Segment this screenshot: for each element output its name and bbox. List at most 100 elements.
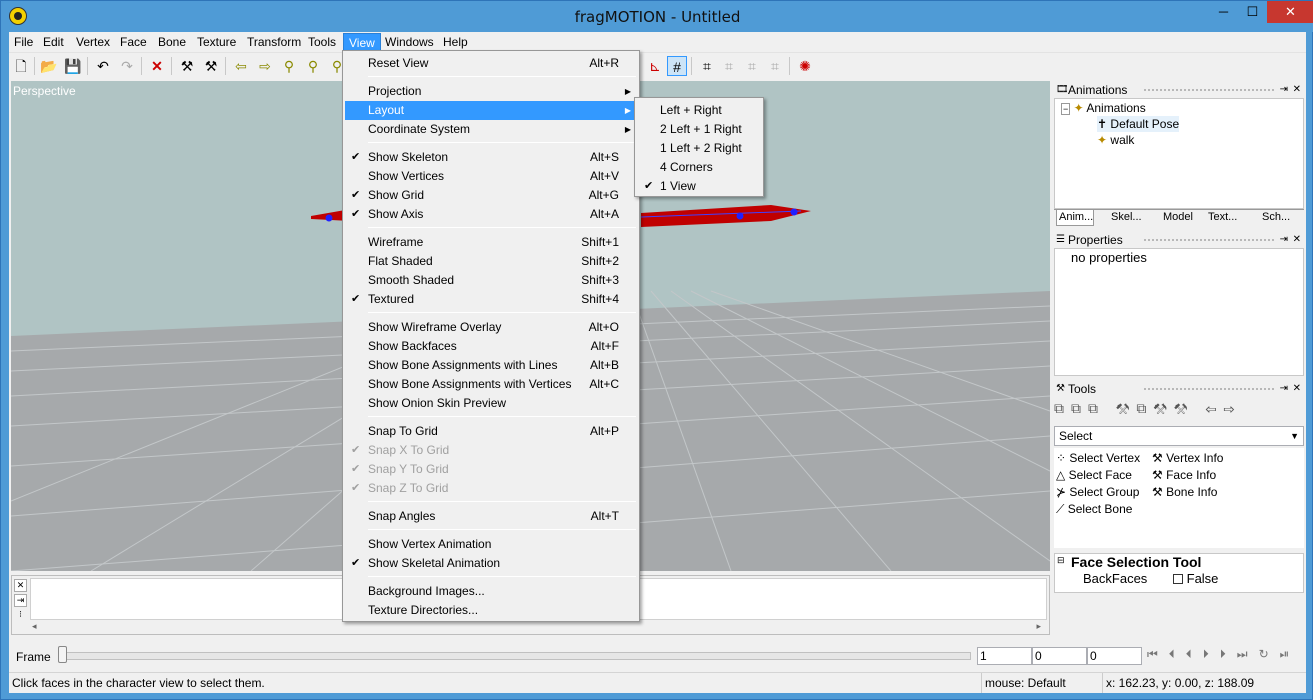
menu-item-layout[interactable]: Layout ▶ [345,101,637,120]
layout-1left-2right[interactable]: 1 Left + 2 Right [637,139,761,158]
frame-start-field[interactable]: 0 [1032,647,1087,665]
menu-item-show-axis[interactable]: ✔ Show Axis Alt+A [345,205,637,224]
pin-icon[interactable]: ⇥ [1280,82,1288,98]
minimize-button[interactable]: ─ [1209,1,1238,23]
tools-icon: ⚒ [1056,383,1065,394]
menu-item-bone-assignments-lines[interactable]: Show Bone Assignments with Lines Alt+B [345,356,637,375]
redo-icon[interactable]: ↷ [117,56,137,76]
animations-tree[interactable]: − ✦ Animations ✝ Default Pose ✦ walk [1054,98,1304,209]
menu-item-textured[interactable]: ✔ Textured Shift+4 [345,290,637,309]
menu-item-background-images[interactable]: Background Images... [345,582,637,601]
close-button[interactable]: ✕ [1267,1,1313,23]
checkmark-icon: ✔ [351,189,361,201]
menu-item-snap-angles[interactable]: Snap Angles Alt+T [345,507,637,526]
tool-mode-select[interactable]: Select ▼ [1054,426,1304,446]
undo-icon[interactable]: ↶ [93,56,113,76]
bone-delete-icon[interactable]: ⚒ [201,56,221,76]
axis-icon[interactable]: ⊾ [645,56,665,76]
menu-item-onion-skin[interactable]: Show Onion Skin Preview [345,394,637,413]
frame-end-field[interactable]: 0 [1087,647,1142,665]
tab-model[interactable]: Model [1161,210,1193,226]
tab-animations[interactable]: Anim... [1056,210,1095,226]
tool-select-group[interactable]: ⊁ Select Group [1056,484,1139,500]
delete-icon[interactable]: ✕ [147,56,167,76]
menu-item-texture-directories[interactable]: Texture Directories... [345,601,637,620]
tool-face-info[interactable]: ⚒ Face Info [1152,467,1216,483]
new-file-icon[interactable]: 🗋 [11,56,31,76]
menu-transform[interactable]: Transform [242,33,306,52]
menu-face[interactable]: Face [115,33,152,52]
menu-item-show-skeleton[interactable]: ✔ Show Skeleton Alt+S [345,148,637,167]
move-right-icon[interactable]: ⇨ [255,56,275,76]
frame-slider-thumb[interactable] [58,646,67,663]
collapse-icon[interactable]: ⊟ [1057,555,1065,566]
frame-slider[interactable] [59,652,971,660]
snap-z-icon[interactable]: ⌗ [765,56,785,76]
menu-tools[interactable]: Tools [303,33,341,52]
joint-marker[interactable] [790,208,798,216]
tree-root-animations[interactable]: − ✦ Animations [1061,100,1146,116]
menu-item-show-skeletal-animation[interactable]: ✔ Show Skeletal Animation [345,554,637,573]
save-icon[interactable]: 💾 [63,56,83,76]
menu-item-show-backfaces[interactable]: Show Backfaces Alt+F [345,337,637,356]
menu-item-show-wireframe-overlay[interactable]: Show Wireframe Overlay Alt+O [345,318,637,337]
panel-pin-icon[interactable]: ⇥ [14,594,27,607]
snap-x-icon[interactable]: ⌗ [719,56,739,76]
layout-4-corners[interactable]: 4 Corners [637,158,761,177]
menu-item-show-vertex-animation[interactable]: Show Vertex Animation [345,535,637,554]
menu-item-projection[interactable]: Projection ▶ [345,82,637,101]
close-icon[interactable]: ✕ [1293,381,1301,397]
properties-grid[interactable]: no properties [1054,248,1304,376]
tab-skeleton[interactable]: Skel... [1109,210,1142,226]
menu-vertex[interactable]: Vertex [71,33,115,52]
joint-marker[interactable] [325,214,333,222]
menu-item-show-grid[interactable]: ✔ Show Grid Alt+G [345,186,637,205]
menu-texture[interactable]: Texture [192,33,241,52]
bone-tool-icon[interactable]: ⚒ [177,56,197,76]
joint-marker[interactable] [736,212,744,220]
collapse-icon[interactable]: − [1061,103,1071,115]
close-icon[interactable]: ✕ [1293,82,1301,98]
layout-2left-1right[interactable]: 2 Left + 1 Right [637,120,761,139]
layout-left-right[interactable]: Left + Right [637,101,761,120]
menu-item-snap-to-grid[interactable]: Snap To Grid Alt+P [345,422,637,441]
angle-snap-icon[interactable]: ✺ [795,56,815,76]
panel-close-icon[interactable]: ✕ [14,579,27,592]
backfaces-value[interactable]: False [1173,571,1218,586]
open-folder-icon[interactable]: 📂 [39,56,59,76]
unlink-icon[interactable]: ⚲ [303,56,323,76]
menu-item-coordinate-system[interactable]: Coordinate System ▶ [345,120,637,139]
tree-item-default-pose[interactable]: ✝ Default Pose [1097,116,1180,132]
pin-icon[interactable]: ⇥ [1280,381,1288,397]
menu-edit[interactable]: Edit [38,33,69,52]
pin-icon[interactable]: ⇥ [1280,232,1288,248]
menu-item-show-vertices[interactable]: Show Vertices Alt+V [345,167,637,186]
playback-controls[interactable]: ⏮⏴⏴⏵⏵⏭↻⏯ [1147,647,1305,665]
tool-select-face[interactable]: △ Select Face [1056,467,1132,483]
tree-item-walk[interactable]: ✦ walk [1097,132,1134,148]
tool-select-bone[interactable]: ⟋ Select Bone [1056,501,1132,517]
tools-toolbar[interactable]: ⧉⧉⧉ ⚒⧉⚒⚒ ⇦⇨ [1054,400,1304,424]
menu-bone[interactable]: Bone [153,33,191,52]
horizontal-scrollbar[interactable]: ◂ ▸ [30,621,1047,633]
tool-select-vertex[interactable]: ⁘ Select Vertex [1056,450,1140,466]
menu-file[interactable]: File [9,33,38,52]
tool-vertex-info[interactable]: ⚒ Vertex Info [1152,450,1223,466]
grid-icon[interactable]: # [667,56,687,76]
tab-textures[interactable]: Text... [1206,210,1237,226]
menu-item-bone-assignments-vertices[interactable]: Show Bone Assignments with Vertices Alt+C [345,375,637,394]
link-icon[interactable]: ⚲ [279,56,299,76]
frame-current-field[interactable]: 1 [977,647,1032,665]
layout-1-view[interactable]: ✔ 1 View [637,177,761,196]
move-left-icon[interactable]: ⇦ [231,56,251,76]
menu-item-reset-view[interactable]: Reset View Alt+R [345,54,637,73]
menu-item-flat-shaded[interactable]: Flat Shaded Shift+2 [345,252,637,271]
tool-bone-info[interactable]: ⚒ Bone Info [1152,484,1217,500]
snap-icon[interactable]: ⌗ [697,56,717,76]
tab-schema[interactable]: Sch... [1260,210,1290,226]
close-icon[interactable]: ✕ [1293,232,1301,248]
menu-item-wireframe[interactable]: Wireframe Shift+1 [345,233,637,252]
menu-item-smooth-shaded[interactable]: Smooth Shaded Shift+3 [345,271,637,290]
maximize-button[interactable]: ☐ [1238,1,1267,23]
snap-y-icon[interactable]: ⌗ [742,56,762,76]
